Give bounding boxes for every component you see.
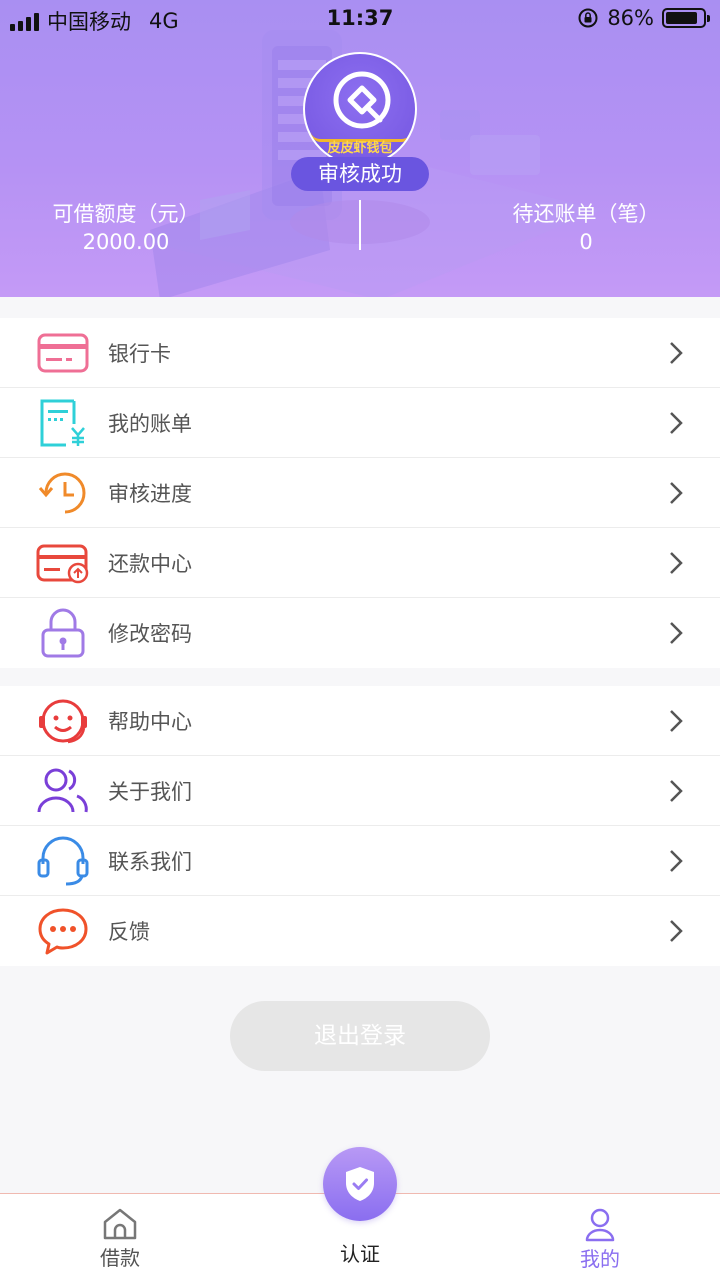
auth-center-button[interactable] <box>323 1147 397 1221</box>
bill-icon <box>40 399 85 447</box>
signal-icon <box>10 11 39 31</box>
menu-item-label: 审核进度 <box>108 481 192 506</box>
menu-item-help-center[interactable]: 帮助中心 <box>0 686 720 756</box>
brand-name: 皮皮虾钱包 <box>327 141 393 156</box>
clock-history-icon <box>38 472 86 514</box>
menu-item-label: 银行卡 <box>108 341 171 366</box>
menu-group-account: 银行卡 我的账单 审核进度 还款中心 修改密码 <box>0 318 720 668</box>
chevron-right-icon <box>670 920 683 942</box>
tab-auth-label: 认证 <box>340 1242 380 1266</box>
credit-limit-label: 可借额度（元） <box>52 202 200 226</box>
chevron-right-icon <box>670 482 683 504</box>
network-type: 4G <box>149 9 179 33</box>
menu-item-label: 反馈 <box>108 920 150 944</box>
users-icon <box>37 768 88 813</box>
pending-bills-value: 0 <box>579 230 593 254</box>
chevron-right-icon <box>670 850 683 872</box>
battery-icon <box>662 8 710 28</box>
chevron-right-icon <box>670 552 683 574</box>
tab-loan-label: 借款 <box>100 1246 140 1270</box>
chevron-right-icon <box>670 342 683 364</box>
credit-limit-stat[interactable]: 可借额度（元） 2000.00 <box>48 198 204 254</box>
tab-loan[interactable]: 借款 <box>40 1194 200 1280</box>
stats-divider <box>359 200 361 250</box>
menu-group-support: 帮助中心 关于我们 联系我们 反馈 <box>0 686 720 966</box>
credit-limit-value: 2000.00 <box>82 230 170 254</box>
shield-check-icon <box>346 1167 374 1201</box>
profile-header: 中国移动 4G 11:37 86% 皮皮虾钱包 审核成功 可借额度（元） 200… <box>0 0 720 297</box>
tab-mine-label: 我的 <box>580 1247 620 1271</box>
repayment-card-icon <box>36 544 89 584</box>
menu-item-review-progress[interactable]: 审核进度 <box>0 458 720 528</box>
app-logo-icon <box>333 71 391 129</box>
chat-bubble-icon <box>38 908 88 955</box>
menu-item-label: 我的账单 <box>108 411 192 436</box>
menu-item-label: 关于我们 <box>108 779 192 804</box>
carrier-name: 中国移动 <box>47 10 131 34</box>
chevron-right-icon <box>670 780 683 802</box>
menu-item-repayment-center[interactable]: 还款中心 <box>0 528 720 598</box>
logout-button[interactable]: 退出登录 <box>230 1001 490 1071</box>
smiley-support-icon <box>39 699 87 744</box>
avatar[interactable]: 皮皮虾钱包 <box>303 52 417 166</box>
status-bar: 中国移动 4G 11:37 86% <box>0 0 720 40</box>
rotation-lock-icon <box>578 8 598 28</box>
bank-card-icon <box>37 333 89 373</box>
headset-icon <box>37 836 89 886</box>
chevron-right-icon <box>670 622 683 644</box>
lock-icon <box>41 608 85 658</box>
menu-item-label: 还款中心 <box>108 551 192 576</box>
menu-item-label: 帮助中心 <box>108 709 192 734</box>
menu-item-contact-us[interactable]: 联系我们 <box>0 826 720 896</box>
review-status-badge: 审核成功 <box>291 157 429 191</box>
menu-item-change-password[interactable]: 修改密码 <box>0 598 720 668</box>
tab-mine[interactable]: 我的 <box>520 1194 680 1280</box>
home-icon <box>103 1208 137 1240</box>
chevron-right-icon <box>670 412 683 434</box>
menu-item-label: 修改密码 <box>108 622 192 646</box>
chevron-right-icon <box>670 710 683 732</box>
pending-bills-label: 待还账单（笔） <box>512 202 660 226</box>
menu-item-feedback[interactable]: 反馈 <box>0 896 720 966</box>
menu-item-bank-card[interactable]: 银行卡 <box>0 318 720 388</box>
pending-bills-stat[interactable]: 待还账单（笔） 0 <box>504 198 668 254</box>
menu-item-about-us[interactable]: 关于我们 <box>0 756 720 826</box>
battery-percent: 86% <box>607 6 654 30</box>
menu-item-my-bills[interactable]: 我的账单 <box>0 388 720 458</box>
menu-item-label: 联系我们 <box>108 849 192 874</box>
user-icon <box>585 1208 615 1242</box>
